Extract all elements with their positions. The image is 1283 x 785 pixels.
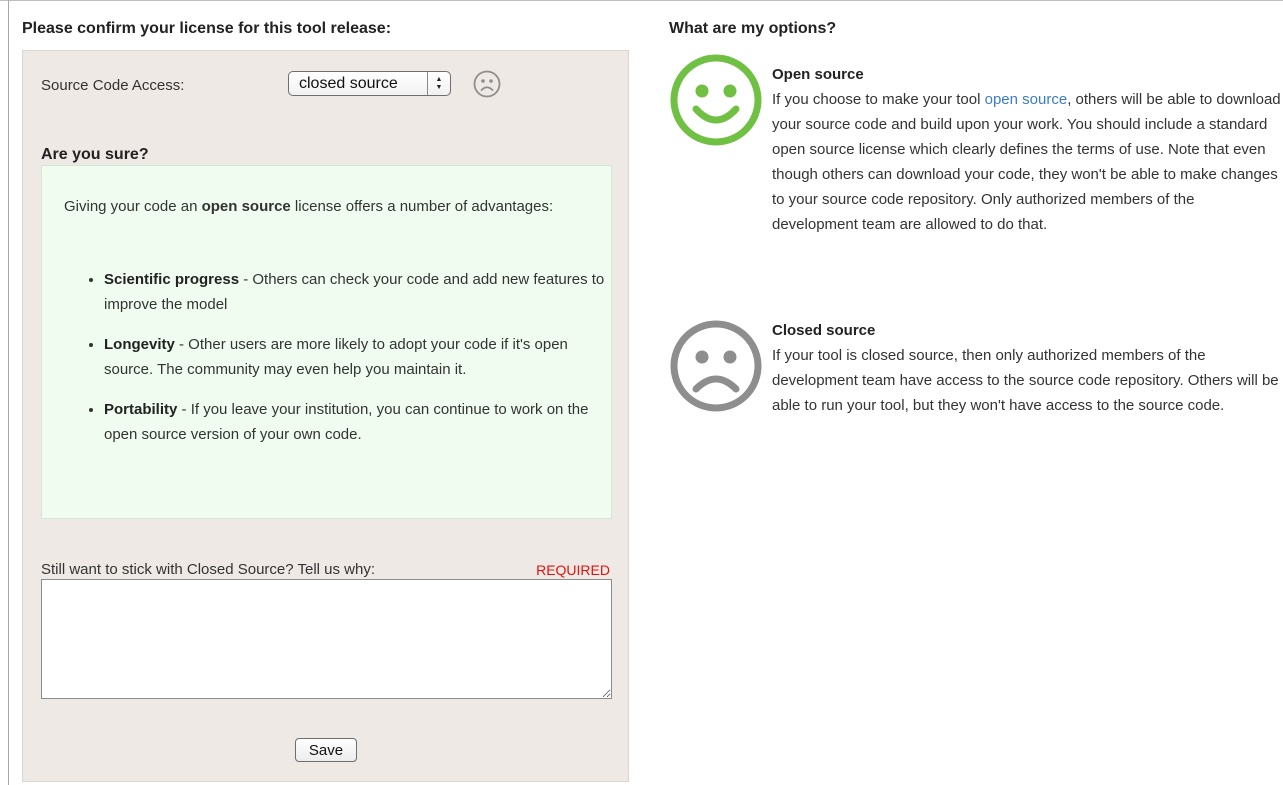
advantage-title: Portability [104,401,178,418]
open-source-title: Open source [772,66,864,83]
top-border [0,0,1283,1]
sad-face-icon [473,70,501,98]
intro-text-before: Giving your code an [64,198,202,215]
closed-source-description: If your tool is closed source, then only… [772,347,1279,414]
source-access-label: Source Code Access: [41,77,185,94]
license-form-heading: Please confirm your license for this too… [22,20,392,37]
select-arrows-icon: ▲ ▼ [427,72,450,95]
source-access-selected-value: closed source [299,74,398,92]
intro-text-after: license offers a number of advantages: [290,198,554,215]
required-indicator: REQUIRED [536,562,610,578]
license-form-panel: Source Code Access: closed source ▲ ▼ Are… [22,50,629,782]
advantages-list: Scientific progress - Others can check y… [86,267,614,462]
advantages-intro: Giving your code an open source license … [64,194,584,219]
smiley-face-icon [670,54,762,146]
list-item: Scientific progress - Others can check y… [104,267,614,317]
open-source-desc-after: , others will be able to download your s… [772,91,1281,233]
options-heading: What are my options? [669,20,837,37]
intro-text-bold: open source [201,198,291,215]
reason-textarea[interactable] [41,579,612,699]
open-source-link[interactable]: open source [985,91,1068,108]
open-source-desc-before: If you choose to make your tool [772,91,985,108]
left-border [8,0,9,785]
closed-source-title: Closed source [772,322,876,339]
reason-label: Still want to stick with Closed Source? … [41,561,376,578]
advantage-title: Longevity [104,336,175,353]
are-you-sure-heading: Are you sure? [41,146,149,163]
list-item: Longevity - Other users are more likely … [104,332,614,382]
source-access-select[interactable]: closed source ▲ ▼ [288,71,451,96]
advantages-box: Giving your code an open source license … [41,165,612,519]
open-source-description: If you choose to make your tool open sou… [772,87,1282,237]
list-item: Portability - If you leave your institut… [104,397,614,447]
advantage-text: - If you leave your institution, you can… [104,401,589,443]
sad-face-icon [670,320,762,412]
save-button[interactable]: Save [295,738,357,762]
advantage-title: Scientific progress [104,271,240,288]
license-page: Please confirm your license for this too… [0,0,1283,785]
